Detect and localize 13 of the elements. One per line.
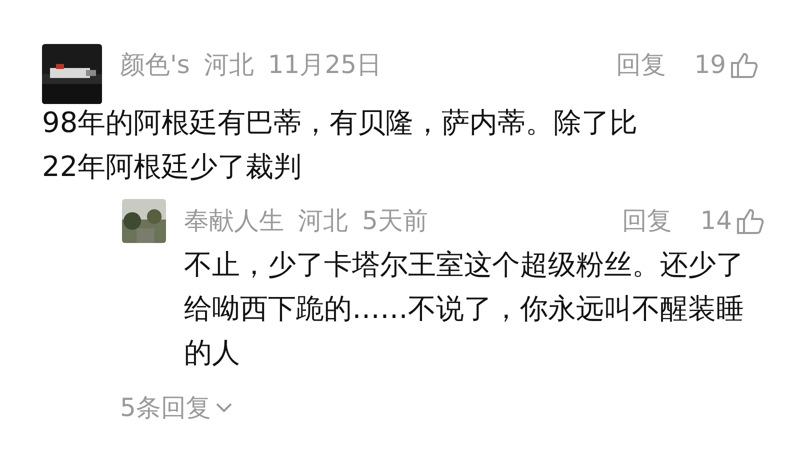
username[interactable]: 颜色's bbox=[120, 46, 190, 84]
reply-button[interactable]: 回复 bbox=[616, 46, 666, 84]
location: 河北 bbox=[204, 49, 254, 82]
username[interactable]: 奉献人生 bbox=[184, 202, 284, 240]
date: 5天前 bbox=[362, 205, 428, 238]
comment-text: 不止，少了卡塔尔王室这个超级粉丝。还少了给呦西下跪的……不说了，你永远叫不醒装睡的人 bbox=[184, 247, 745, 371]
like-count: 19 bbox=[694, 49, 726, 82]
comment-text: 98年的阿根廷有巴蒂，有贝隆，萨内蒂。除了比22年阿根廷少了裁判 bbox=[42, 105, 639, 185]
like-count: 14 bbox=[700, 205, 732, 238]
more-replies-link[interactable]: 5条回复 bbox=[120, 389, 233, 426]
date: 11月25日 bbox=[268, 49, 382, 82]
location: 河北 bbox=[298, 205, 348, 238]
reply-button[interactable]: 回复 bbox=[622, 202, 672, 240]
